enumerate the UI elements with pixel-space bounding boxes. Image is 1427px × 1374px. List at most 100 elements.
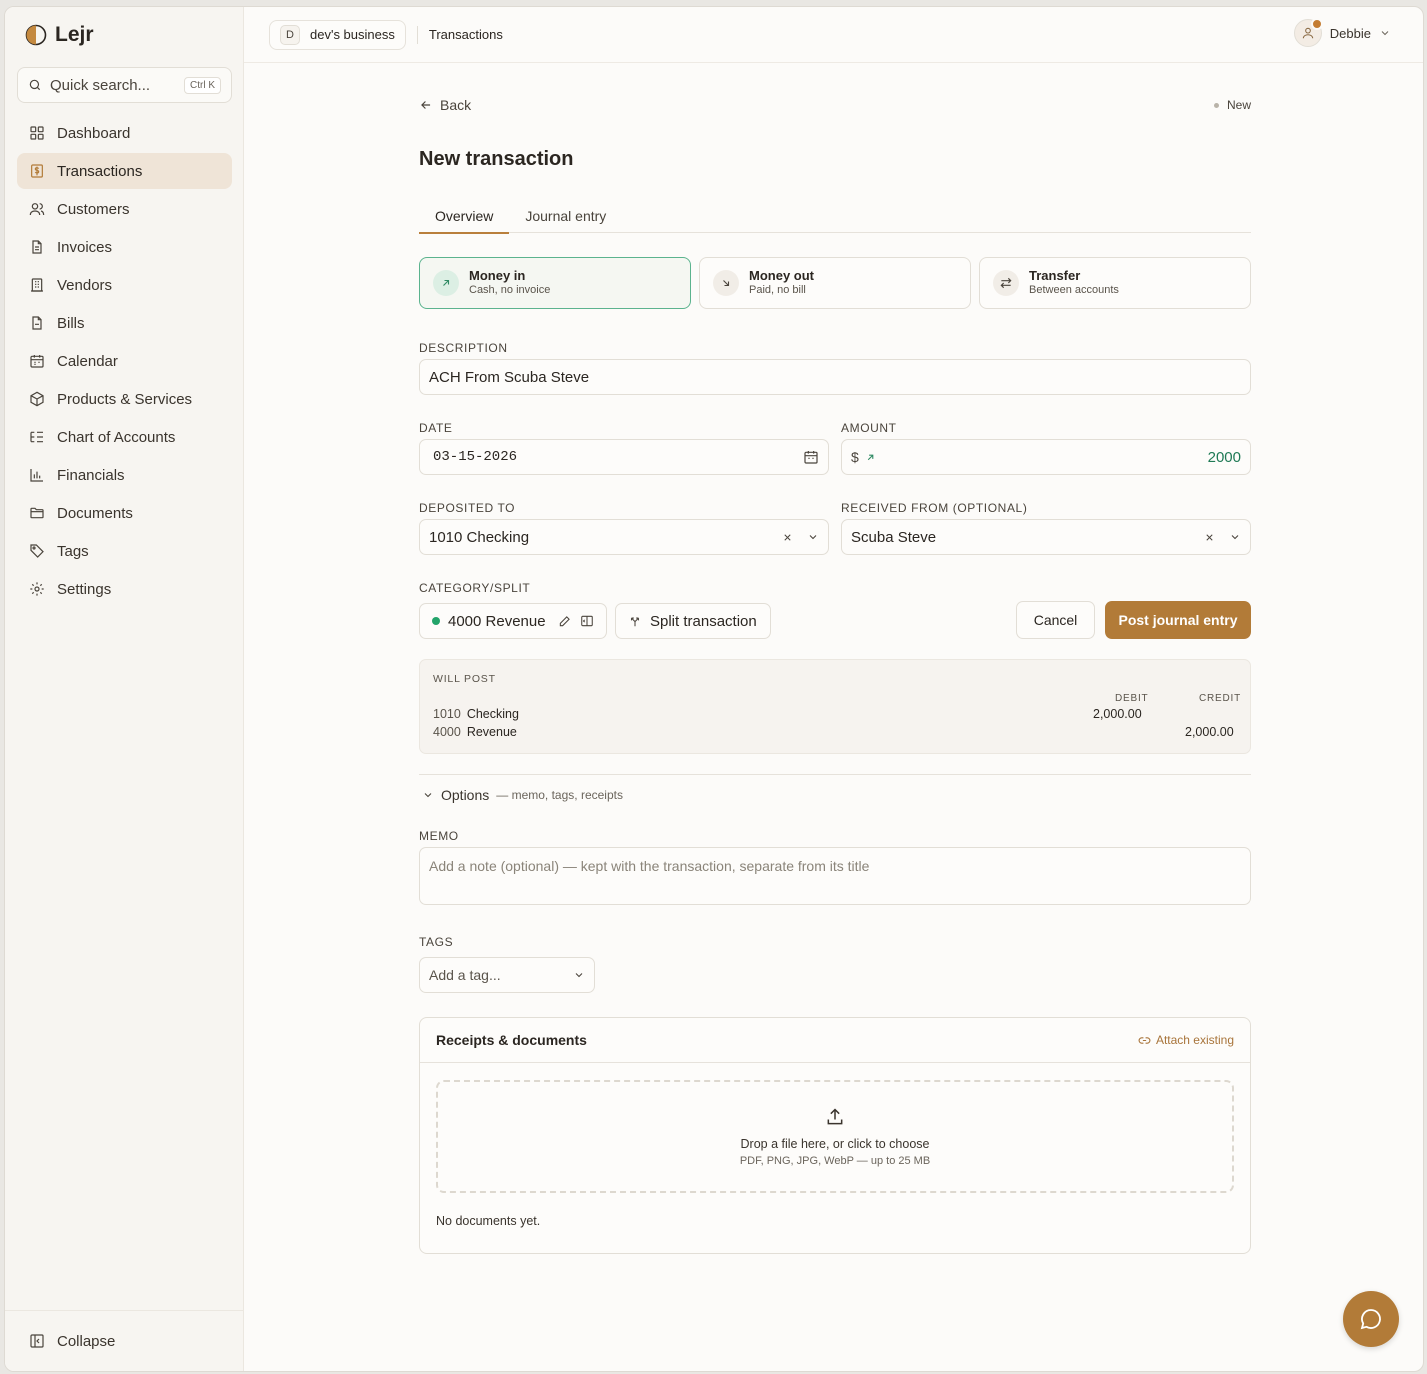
category-dot	[432, 617, 440, 625]
type-subtitle: Paid, no bill	[749, 284, 806, 296]
quick-search[interactable]: Quick search... Ctrl K	[17, 67, 232, 103]
sidebar-divider	[5, 1310, 243, 1311]
description-input[interactable]: ACH From Scuba Steve	[419, 359, 1251, 395]
sidebar-item-documents[interactable]: Documents	[17, 495, 232, 531]
options-toggle[interactable]: Options — memo, tags, receipts	[422, 787, 623, 803]
dollar-receipt-icon	[31, 164, 43, 178]
deposited-to-value: 1010 Checking	[429, 528, 530, 546]
amount-label: AMOUNT	[841, 421, 897, 435]
sidebar-item-vendors[interactable]: Vendors	[17, 267, 232, 303]
amount-input[interactable]: $ 2000	[841, 439, 1251, 475]
business-name: dev's business	[310, 27, 395, 42]
memo-textarea[interactable]: Add a note (optional) — kept with the tr…	[419, 847, 1251, 905]
sidebar-item-settings[interactable]: Settings	[17, 571, 232, 607]
chevron-down-icon[interactable]	[1229, 531, 1241, 543]
business-initial: D	[280, 24, 300, 45]
page-title: New transaction	[419, 148, 574, 170]
attach-existing-link[interactable]: Attach existing	[1138, 1033, 1234, 1047]
received-from-value: Scuba Steve	[851, 528, 937, 546]
sidebar-item-label: Tags	[57, 542, 89, 560]
currency-symbol: $	[851, 449, 859, 465]
post-journal-entry-button[interactable]: Post journal entry	[1105, 601, 1251, 639]
close-icon[interactable]	[1204, 532, 1215, 543]
folder-icon	[30, 507, 44, 519]
list-tree-icon	[30, 431, 43, 443]
users-icon	[29, 203, 45, 216]
cancel-button[interactable]: Cancel	[1016, 601, 1095, 639]
type-money-out[interactable]: Money out Paid, no bill	[699, 257, 971, 309]
category-chip[interactable]: 4000 Revenue	[419, 603, 607, 639]
arrow-left-icon	[421, 101, 431, 109]
sidebar: Lejr Quick search... Ctrl K Dashboard Tr…	[5, 7, 244, 1371]
panel-icon[interactable]	[580, 614, 594, 628]
sidebar-item-chart-of-accounts[interactable]: Chart of Accounts	[17, 419, 232, 455]
received-from-actions	[1204, 531, 1241, 543]
will-post-line: 4000 Revenue	[433, 725, 517, 739]
file-dropzone[interactable]: Drop a file here, or click to choose PDF…	[436, 1080, 1234, 1193]
arrows-left-right-icon	[993, 270, 1019, 296]
account-number: 4000	[433, 725, 461, 739]
sidebar-item-tags[interactable]: Tags	[17, 533, 232, 569]
sidebar-item-financials[interactable]: Financials	[17, 457, 232, 493]
split-transaction-button[interactable]: Split transaction	[615, 603, 771, 639]
breadcrumb[interactable]: Transactions	[429, 27, 503, 42]
back-link[interactable]: Back	[419, 97, 471, 113]
top-bar: D dev's business Transactions Debbie	[244, 7, 1423, 63]
sidebar-item-customers[interactable]: Customers	[17, 191, 232, 227]
tag-icon	[30, 544, 44, 558]
app-logo[interactable]: Lejr	[25, 23, 94, 47]
arrow-down-right-icon	[713, 270, 739, 296]
will-post-preview: WILL POST DEBIT CREDIT 1010 Checking 2,00…	[419, 659, 1251, 754]
type-transfer[interactable]: Transfer Between accounts	[979, 257, 1251, 309]
account-number: 1010	[433, 707, 461, 721]
business-switcher[interactable]: D dev's business	[269, 19, 406, 50]
account-name: Checking	[466, 707, 519, 721]
dropzone-text: Drop a file here, or click to choose	[740, 1136, 930, 1151]
memo-placeholder: Add a note (optional) — kept with the tr…	[429, 858, 870, 874]
search-placeholder: Quick search...	[50, 76, 151, 94]
section-divider	[419, 774, 1251, 775]
collapse-label: Collapse	[57, 1332, 116, 1350]
received-from-label: RECEIVED FROM (OPTIONAL)	[841, 501, 1028, 515]
received-from-select[interactable]: Scuba Steve	[841, 519, 1251, 555]
collapse-button[interactable]: Collapse	[17, 1323, 232, 1359]
sidebar-item-invoices[interactable]: Invoices	[17, 229, 232, 265]
type-money-in[interactable]: Money in Cash, no invoice	[419, 257, 691, 309]
upload-icon	[827, 1107, 843, 1124]
sidebar-item-calendar[interactable]: Calendar	[17, 343, 232, 379]
status-text: New	[1226, 98, 1251, 112]
status-dot	[1213, 102, 1219, 108]
chat-button[interactable]	[1343, 1291, 1399, 1347]
sidebar-item-label: Bills	[57, 314, 85, 332]
transaction-type-selector: Money in Cash, no invoice Money out Paid, …	[419, 257, 1251, 309]
panel-collapse-icon	[30, 1334, 44, 1348]
user-menu[interactable]: Debbie	[1293, 18, 1391, 47]
deposited-to-label: DEPOSITED TO	[419, 501, 516, 515]
tab-journal-entry[interactable]: Journal entry	[509, 199, 622, 233]
chevron-down-icon[interactable]	[807, 531, 819, 543]
sidebar-item-label: Invoices	[57, 238, 113, 256]
deposited-to-select[interactable]: 1010 Checking	[419, 519, 829, 555]
calendar-icon[interactable]	[803, 449, 819, 465]
type-subtitle: Between accounts	[1029, 284, 1119, 296]
sidebar-item-products-services[interactable]: Products & Services	[17, 381, 232, 417]
split-label: Split transaction	[650, 612, 757, 630]
logo-icon	[25, 24, 47, 46]
sidebar-item-transactions[interactable]: Transactions	[17, 153, 232, 189]
package-icon	[30, 391, 44, 407]
app-name: Lejr	[55, 23, 94, 46]
date-input[interactable]: 03-15-2026	[419, 439, 829, 475]
gear-icon	[30, 582, 44, 596]
documents-title: Receipts & documents	[436, 1032, 587, 1048]
tab-overview[interactable]: Overview	[419, 199, 510, 234]
sidebar-item-bills[interactable]: Bills	[17, 305, 232, 341]
credit-header: CREDIT	[1199, 693, 1242, 704]
close-icon[interactable]	[782, 532, 793, 543]
description-label: DESCRIPTION	[419, 341, 508, 355]
sidebar-item-label: Transactions	[57, 162, 143, 180]
sidebar-item-dashboard[interactable]: Dashboard	[17, 115, 232, 151]
tags-select[interactable]: Add a tag...	[419, 957, 595, 993]
options-hint: — memo, tags, receipts	[496, 788, 623, 802]
sidebar-item-label: Financials	[57, 466, 125, 484]
pencil-icon[interactable]	[558, 614, 572, 628]
